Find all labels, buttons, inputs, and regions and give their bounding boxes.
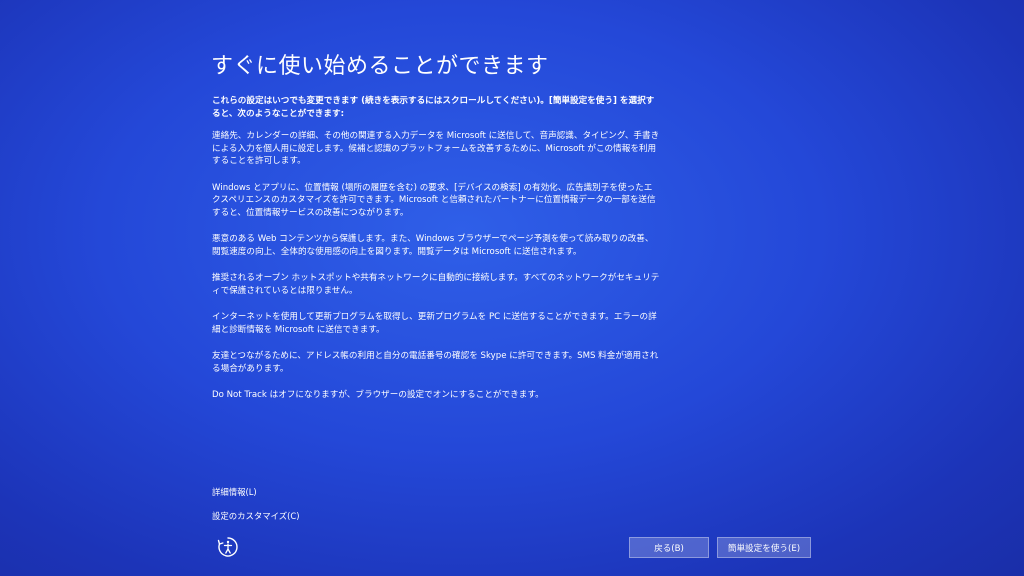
- paragraph-input-personalization: 連絡先、カレンダーの詳細、その他の関連する入力データを Microsoft に送…: [212, 131, 660, 166]
- page-title: すぐに使い始めることができます: [211, 54, 549, 79]
- customize-settings-link[interactable]: 設定のカスタマイズ(C): [212, 510, 300, 522]
- paragraph-skype: 友達とつながるために、アドレス帳の利用と自分の電話番号の確認を Skype に許…: [212, 351, 659, 374]
- use-express-settings-button[interactable]: 簡単設定を使う(E): [717, 537, 811, 558]
- learn-more-link[interactable]: 詳細情報(L): [212, 486, 257, 498]
- paragraph-location: Windows とアプリに、位置情報 (場所の履歴を含む) の要求、[デバイスの…: [212, 182, 656, 218]
- setup-screen: すぐに使い始めることができます これらの設定はいつでも変更できます (続きを表示…: [0, 0, 1024, 576]
- paragraph-hotspots: 推奨されるオープン ホットスポットや共有ネットワークに自動的に接続します。すべて…: [212, 273, 660, 296]
- intro-text: これらの設定はいつでも変更できます (続きを表示するにはスクロールしてください)…: [212, 96, 655, 119]
- paragraph-do-not-track: Do Not Track はオフになりますが、ブラウザーの設定でオンにすることが…: [212, 390, 544, 400]
- back-button[interactable]: 戻る(B): [629, 537, 709, 558]
- settings-description: これらの設定はいつでも変更できます (続きを表示するにはスクロールしてください)…: [212, 95, 660, 416]
- paragraph-browser-protection: 悪意のある Web コンテンツから保護します。また、Windows ブラウザーで…: [212, 234, 654, 257]
- ease-of-access-icon[interactable]: [216, 535, 240, 559]
- paragraph-updates: インターネットを使用して更新プログラムを取得し、更新プログラムを PC に送信す…: [212, 312, 657, 335]
